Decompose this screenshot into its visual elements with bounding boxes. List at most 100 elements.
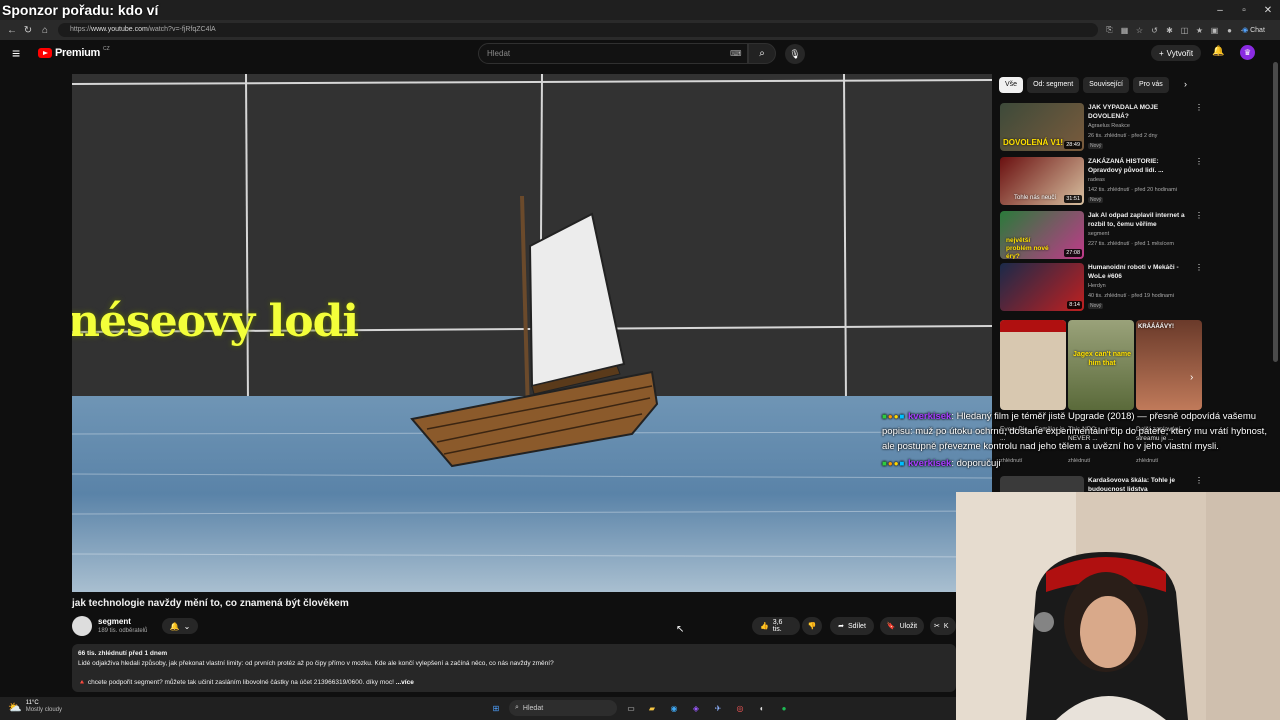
youtube-logo[interactable]: Premium CZ [38,46,110,59]
close-icon[interactable]: ✕ [1256,0,1280,20]
search-icon: ⌕ [759,48,765,59]
maximize-icon[interactable]: ▫ [1232,0,1256,20]
video-player[interactable]: néseovy lodi [72,74,992,592]
chip-from-channel[interactable]: Od: segment [1027,77,1080,93]
short-thumbnail[interactable]: KRÁÁÁÁVY! [1136,320,1202,410]
clip-button[interactable]: ✂ K [930,617,956,635]
recommendation-views: 26 tis. zhlédnutí · před 2 dny [1088,133,1158,139]
chip-all[interactable]: Vše [999,77,1024,93]
recommendation-channel: radeas [1088,177,1105,183]
chat-username: kverkisek [908,411,952,422]
refresh-icon[interactable]: ↺ [1149,22,1160,38]
home-icon[interactable]: ⌂ [37,22,53,38]
channel-avatar[interactable] [72,616,92,636]
recommendation-item[interactable]: Tohle nás neučí 31:51 ZAKÁZANÁ HISTORIE:… [1000,157,1205,209]
dislike-button[interactable]: 👎 [802,617,822,635]
chip-related[interactable]: Související [1083,77,1129,93]
star-icon[interactable]: ☆ [1134,22,1145,38]
recommendation-item[interactable]: 8:14 Humanoidní roboti v Mekáči - WoLe #… [1000,263,1205,315]
split-icon[interactable]: ◫ [1179,22,1190,38]
url-host: www.youtube.com [91,26,148,33]
short-thumbnail[interactable] [1000,320,1066,410]
url-bar[interactable]: https://www.youtube.com/watch?v=-fjRfqZC… [58,23,1098,37]
windows-start-icon[interactable]: ⊞ [489,701,503,715]
short-thumb-text: Jagex can't name him that [1072,351,1132,367]
stream-overlay-title: Sponzor pořadu: kdo ví [2,2,159,18]
taskbar-search-label: Hledat [522,704,544,712]
channel-name[interactable]: segment [98,617,131,626]
create-button[interactable]: + Vytvořit [1151,45,1202,61]
favorites-icon[interactable]: ★ [1194,22,1205,38]
url-path: /watch?v=-fjRfqZC4lA [147,26,216,33]
logo-text: Premium [55,47,100,59]
recommendation-views: 227 tis. zhlédnutí · před 1 měsícem [1088,241,1174,247]
bell-icon: 🔔 [169,621,180,631]
file-explorer-icon[interactable]: ▰ [645,701,659,715]
weather-widget[interactable]: ⛅ 11°C Mostly cloudy [8,700,62,714]
taskbar-search[interactable]: ⌕ Hledat [509,700,617,716]
recommendation-title: ZAKÁZANÁ HISTORIE: Opravdový původ lidí.… [1088,158,1164,174]
chevron-right-icon[interactable]: › [1190,372,1193,383]
app-icon[interactable]: ◐ [755,701,769,715]
webcam-image [956,492,1280,720]
recommendation-channel: segment [1088,231,1110,237]
scissors-icon: ✂ [934,623,940,630]
task-view-icon[interactable]: ▭ [624,701,638,715]
new-badge: Nový [1088,197,1104,203]
chat-label: Chat [1250,26,1265,34]
profile-icon[interactable]: ● [1224,22,1235,38]
menu-icon[interactable]: ≡ [12,45,28,61]
save-button[interactable]: 🔖 Uložit [880,617,924,635]
discord-icon[interactable]: ◈ [689,701,703,715]
notifications-icon[interactable]: 🔔 [1212,46,1224,57]
minimize-icon[interactable]: – [1208,0,1232,20]
keyboard-icon[interactable]: ⌨ [730,49,742,58]
voice-search-button[interactable]: 🎙 [785,44,805,64]
share-button[interactable]: ➦ Sdílet [830,617,874,635]
show-more-link[interactable]: ...více [396,679,414,686]
weather-desc: Mostly cloudy [25,707,63,713]
back-icon[interactable]: ← [4,22,20,38]
edge-browser-icon[interactable]: ◉ [667,701,681,715]
more-vert-icon[interactable]: ⋮ [1195,476,1203,485]
short-banner [1000,320,1066,332]
more-vert-icon[interactable]: ⋮ [1195,157,1203,166]
subscribed-button[interactable]: 🔔 ⌄ [162,618,198,634]
chip-for-you[interactable]: Pro vás [1133,77,1169,93]
recommendation-views: 142 tis. zhlédnutí · před 20 hodinami [1088,187,1177,193]
microphone-icon: 🎙 [789,48,801,59]
reload-icon[interactable]: ↻ [20,22,36,38]
thumbnail-text: největší problém nové éry? [1006,237,1049,259]
scrollbar-thumb[interactable] [1273,62,1278,362]
short-thumbnail[interactable]: Jagex can't name him that [1068,320,1134,410]
more-vert-icon[interactable]: ⋮ [1195,103,1203,112]
chat-username: kverkisek [908,458,952,469]
recommendation-item[interactable]: DOVOLENÁ V1! 28:49 JAK VYPADALA MOJE DOV… [1000,103,1205,155]
search-input[interactable]: Hledat [478,43,748,64]
recommendation-channel: Herdyn [1088,283,1106,289]
recommendation-views: 40 tis. zhlédnutí · před 19 hodinami [1088,293,1174,299]
subscriber-count: 189 tis. odběratelů [98,628,148,634]
recommendation-item[interactable]: největší problém nové éry? 27:08 Jak AI … [1000,211,1205,263]
more-vert-icon[interactable]: ⋮ [1195,263,1203,272]
thumbs-down-icon: 👎 [807,623,817,630]
extensions-icon[interactable]: ✱ [1164,22,1175,38]
translate-icon[interactable]: ⎘ [1104,22,1115,38]
spotify-icon[interactable]: ● [777,701,791,715]
copilot-chat-button[interactable]: ◉ Chat [1242,23,1265,37]
more-vert-icon[interactable]: ⋮ [1195,211,1203,220]
chevron-down-icon: ⌄ [183,621,191,631]
search-button[interactable]: ⌕ [748,43,776,64]
like-button[interactable]: 👍 3,6 tis. [752,617,800,635]
screen: Sponzor pořadu: kdo ví – ▫ ✕ ← ↻ ⌂ https… [0,0,1280,720]
share-label: Sdílet [847,622,866,630]
steam-icon[interactable]: ✈ [711,701,725,715]
collections-icon[interactable]: ▣ [1209,22,1220,38]
grid-icon[interactable]: ▦ [1119,22,1130,38]
avatar[interactable]: ♛ [1240,45,1255,60]
obs-icon[interactable]: ◎ [733,701,747,715]
chevron-right-icon[interactable]: › [1184,79,1187,89]
recommendation-thumbnail: Tohle nás neučí 31:51 [1000,157,1084,205]
description-box[interactable]: 66 tis. zhlédnutí před 1 dnem Lidé odjak… [72,644,956,692]
recommendation-thumbnail: 8:14 [1000,263,1084,311]
